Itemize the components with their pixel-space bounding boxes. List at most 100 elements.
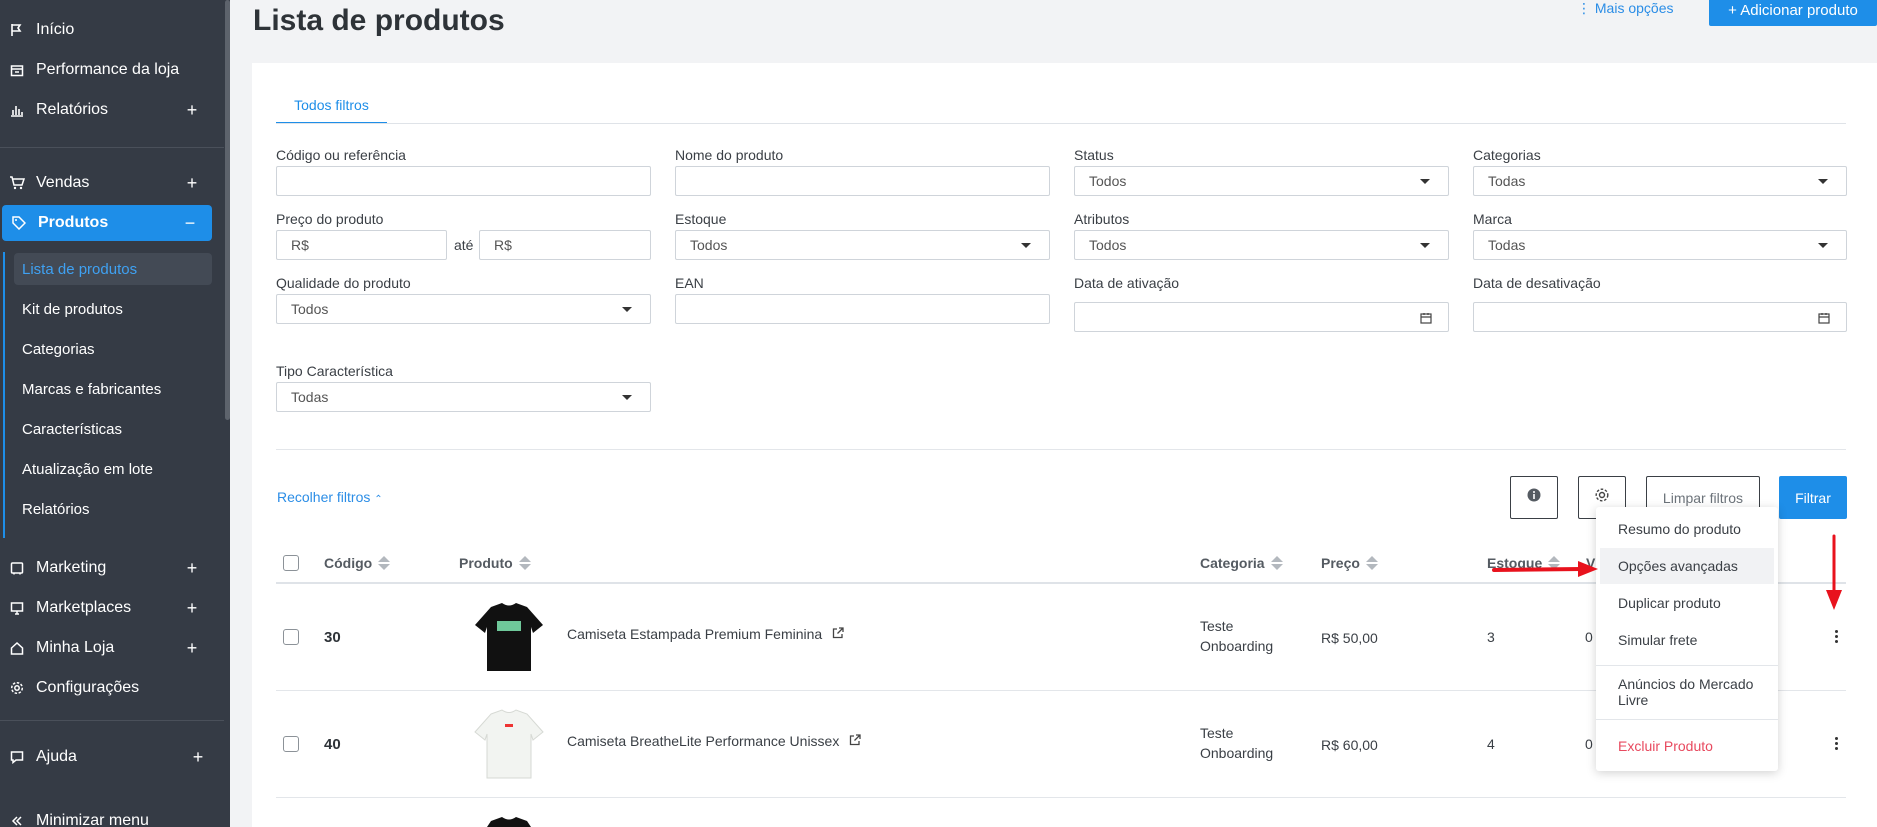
sidebar-item-label: Performance da loja bbox=[36, 61, 180, 78]
attributes-select[interactable]: Todos bbox=[1074, 230, 1449, 260]
attributes-value: Todos bbox=[1089, 237, 1127, 253]
tab-todos-filtros[interactable]: Todos filtros bbox=[276, 88, 387, 124]
expand-icon[interactable]: + bbox=[182, 598, 202, 619]
menu-item-simular-frete[interactable]: Simular frete bbox=[1596, 622, 1778, 658]
shirt-shape bbox=[475, 603, 543, 671]
product-thumbnail[interactable] bbox=[469, 597, 549, 677]
sidebar-item-minha-loja[interactable]: Minha Loja + bbox=[0, 630, 224, 666]
menu-item-duplicar-produto[interactable]: Duplicar produto bbox=[1596, 585, 1778, 621]
monitor-icon bbox=[6, 601, 28, 615]
product-thumbnail[interactable] bbox=[469, 811, 549, 827]
product-name-input[interactable] bbox=[675, 166, 1050, 196]
sidebar-item-minimizar-menu[interactable]: Minimizar menu bbox=[0, 803, 224, 827]
collapse-filters-link[interactable]: Recolher filtros ⌃ bbox=[277, 489, 383, 505]
deactivation-date-input[interactable] bbox=[1473, 302, 1847, 332]
sidebar-subitem-caracteristicas[interactable]: Características bbox=[22, 413, 122, 445]
product-code: 30 bbox=[324, 629, 341, 646]
expand-icon[interactable]: + bbox=[188, 747, 208, 768]
shirt-shape bbox=[487, 817, 531, 827]
external-link-icon[interactable] bbox=[849, 733, 861, 749]
menu-item-opcoes-avancadas[interactable]: Opções avançadas bbox=[1600, 548, 1774, 584]
expand-icon[interactable]: + bbox=[182, 173, 202, 194]
sidebar-scrollbar[interactable] bbox=[225, 0, 230, 420]
gear-icon bbox=[6, 681, 28, 695]
brand-value: Todas bbox=[1488, 237, 1526, 253]
column-header-label: Código bbox=[324, 555, 373, 571]
sidebar-item-marketplaces[interactable]: Marketplaces + bbox=[0, 590, 224, 626]
menu-item-resumo-do-produto[interactable]: Resumo do produto bbox=[1596, 511, 1778, 547]
sidebar-item-ajuda[interactable]: Ajuda + bbox=[0, 739, 230, 775]
sidebar-subitem-lista-de-produtos[interactable]: Lista de produtos bbox=[14, 253, 212, 285]
menu-item-excluir-produto[interactable]: Excluir Produto bbox=[1596, 728, 1778, 764]
cart-icon bbox=[6, 176, 28, 190]
sidebar-subitem-kit-de-produtos[interactable]: Kit de produtos bbox=[22, 293, 123, 325]
info-button[interactable] bbox=[1510, 476, 1558, 519]
sidebar-item-label: Ajuda bbox=[36, 748, 77, 765]
filter-button[interactable]: Filtrar bbox=[1779, 476, 1847, 519]
feature-type-select[interactable]: Todas bbox=[276, 382, 651, 412]
sidebar-item-relatorios[interactable]: Relatórios + bbox=[0, 92, 224, 128]
expand-icon[interactable]: + bbox=[182, 100, 202, 121]
column-header-category[interactable]: Categoria bbox=[1200, 555, 1283, 571]
status-select[interactable]: Todos bbox=[1074, 166, 1449, 196]
activation-date-input[interactable] bbox=[1074, 302, 1449, 332]
sidebar-item-performance[interactable]: Performance da loja bbox=[0, 52, 224, 88]
column-header-code[interactable]: Código bbox=[324, 555, 391, 571]
row-divider bbox=[276, 797, 1846, 798]
tag-icon bbox=[8, 216, 30, 230]
sidebar-item-configuracoes[interactable]: Configurações bbox=[0, 670, 224, 706]
row-checkbox[interactable] bbox=[283, 736, 299, 752]
quality-select[interactable]: Todos bbox=[276, 294, 651, 324]
brand-select[interactable]: Todas bbox=[1473, 230, 1847, 260]
external-link-icon[interactable] bbox=[832, 626, 844, 642]
calendar-icon[interactable] bbox=[1818, 311, 1830, 327]
row-checkbox[interactable] bbox=[283, 629, 299, 645]
expand-icon[interactable]: + bbox=[182, 638, 202, 659]
caret-down-icon bbox=[1420, 179, 1430, 184]
stock-select[interactable]: Todos bbox=[675, 230, 1050, 260]
megaphone-icon bbox=[6, 561, 28, 575]
sidebar-subitem-categorias[interactable]: Categorias bbox=[22, 333, 95, 365]
categories-value: Todas bbox=[1488, 173, 1526, 189]
sidebar-subitem-relatorios[interactable]: Relatórios bbox=[22, 493, 90, 525]
product-stock: 4 bbox=[1487, 736, 1495, 752]
sidebar-item-label: Minimizar menu bbox=[36, 812, 149, 827]
row-actions-kebab-icon[interactable] bbox=[1835, 737, 1839, 750]
sidebar-subitem-atualizacao-em-lote[interactable]: Atualização em lote bbox=[22, 453, 153, 485]
column-header-product[interactable]: Produto bbox=[459, 555, 531, 571]
sidebar-subitem-marcas[interactable]: Marcas e fabricantes bbox=[22, 373, 161, 405]
price-from-input[interactable]: R$ bbox=[276, 230, 447, 260]
more-options-link[interactable]: ⋮ Mais opções bbox=[1577, 0, 1673, 17]
info-icon bbox=[1527, 488, 1541, 507]
product-name[interactable]: Camiseta Estampada Premium Feminina bbox=[567, 626, 844, 642]
ean-input[interactable] bbox=[675, 294, 1050, 324]
row-actions-menu: Resumo do produto Opções avançadas Dupli… bbox=[1596, 507, 1778, 771]
brand-label: Marca bbox=[1473, 211, 1512, 227]
chat-icon bbox=[6, 750, 28, 764]
sidebar-item-label: Configurações bbox=[36, 679, 140, 696]
column-header-label: Categoria bbox=[1200, 555, 1265, 571]
select-all-checkbox[interactable] bbox=[283, 555, 299, 571]
expand-icon[interactable]: + bbox=[182, 558, 202, 579]
sidebar-item-inicio[interactable]: Início bbox=[0, 12, 224, 48]
categories-select[interactable]: Todas bbox=[1473, 166, 1847, 196]
feature-type-label: Tipo Característica bbox=[276, 363, 393, 379]
sidebar-item-vendas[interactable]: Vendas + bbox=[0, 165, 224, 201]
sidebar-item-marketing[interactable]: Marketing + bbox=[0, 550, 224, 586]
sidebar-item-produtos[interactable]: Produtos − bbox=[2, 205, 212, 241]
status-label: Status bbox=[1074, 147, 1114, 163]
price-to-input[interactable]: R$ bbox=[479, 230, 651, 260]
double-chevron-left-icon bbox=[6, 814, 28, 827]
code-input[interactable] bbox=[276, 166, 651, 196]
add-product-button[interactable]: + Adicionar produto bbox=[1709, 0, 1877, 26]
column-header-price[interactable]: Preço bbox=[1321, 555, 1378, 571]
collapse-icon[interactable]: − bbox=[180, 213, 200, 234]
row-actions-kebab-icon[interactable] bbox=[1835, 630, 1839, 643]
calendar-icon[interactable] bbox=[1420, 311, 1432, 327]
product-thumbnail[interactable] bbox=[469, 704, 549, 784]
menu-item-anuncios-mercado-livre[interactable]: Anúncios do Mercado Livre bbox=[1596, 674, 1778, 710]
product-name[interactable]: Camiseta BreatheLite Performance Unissex bbox=[567, 733, 861, 749]
sidebar-divider bbox=[0, 147, 224, 148]
shirt-logo bbox=[505, 724, 513, 727]
product-price: R$ 50,00 bbox=[1321, 630, 1378, 646]
